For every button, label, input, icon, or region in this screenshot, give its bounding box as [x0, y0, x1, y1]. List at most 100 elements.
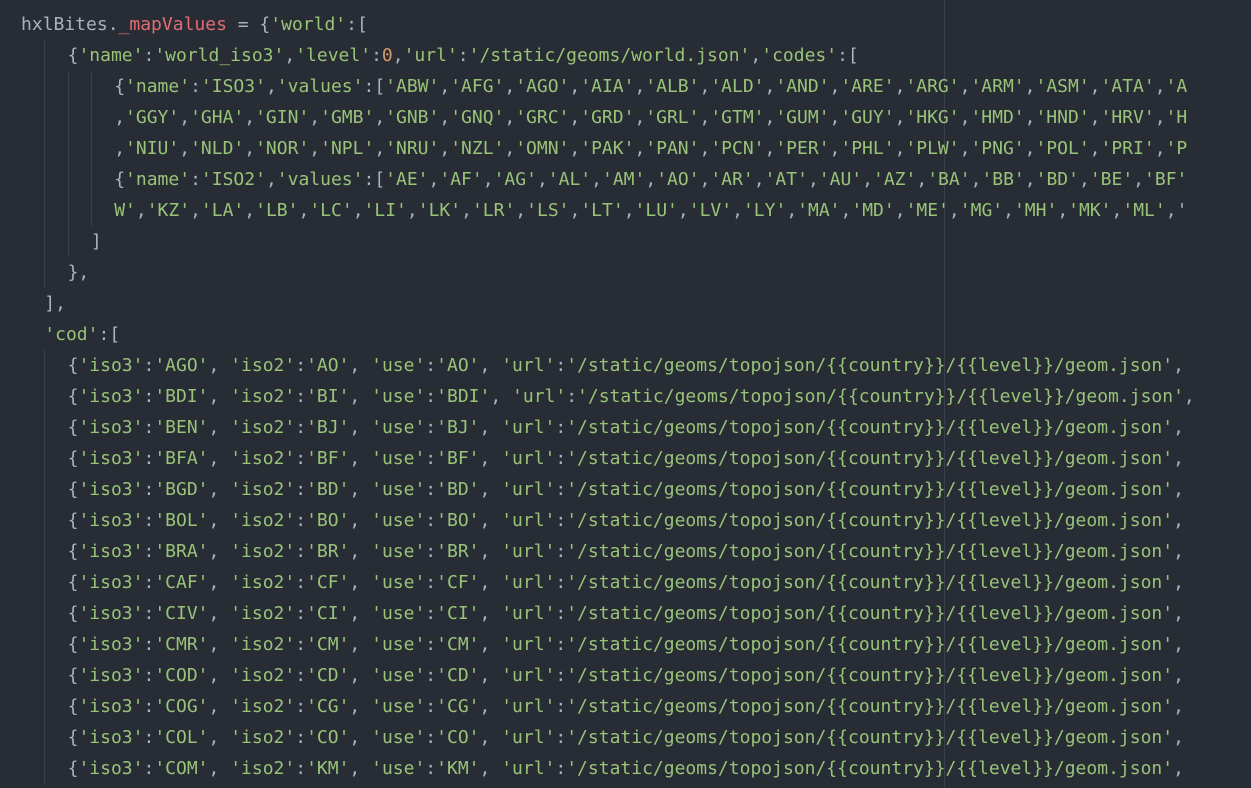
punctuation: ,: [1173, 572, 1184, 593]
code-line[interactable]: {'iso3':'BGD', 'iso2':'BD', 'use':'BD', …: [0, 474, 1251, 505]
punctuation: ,: [634, 138, 646, 159]
punctuation: ,: [569, 76, 581, 97]
code-line[interactable]: {'iso3':'CIV', 'iso2':'CI', 'use':'CI', …: [0, 598, 1251, 629]
indent-guide: [44, 629, 46, 660]
punctuation: ,: [1173, 417, 1184, 438]
string-token: 'PHL': [840, 138, 895, 159]
indent-guide: [90, 133, 92, 164]
code-line[interactable]: {'iso3':'AGO', 'iso2':'AO', 'use':'AO', …: [0, 350, 1251, 381]
code-line[interactable]: {'name':'world_iso3','level':0,'url':'/s…: [0, 40, 1251, 71]
code-line[interactable]: {'iso3':'COM', 'iso2':'KM', 'use':'KM', …: [0, 753, 1251, 784]
punctuation: ,': [1165, 200, 1188, 221]
string-token: 'BD': [1035, 169, 1079, 190]
punctuation: ,: [309, 107, 321, 128]
punctuation: ,: [190, 200, 201, 221]
code-line[interactable]: hxlBites._mapValues = {'world':[: [0, 9, 1251, 40]
string-token: 'CO': [436, 727, 480, 748]
punctuation: :: [555, 727, 567, 748]
punctuation: ,: [569, 200, 581, 221]
punctuation: :: [143, 45, 155, 66]
punctuation: :: [295, 386, 307, 407]
code-line[interactable]: ,'GGY','GHA','GIN','GMB','GNB','GNQ','GR…: [0, 102, 1251, 133]
string-token: 'use': [371, 634, 426, 655]
string-token: 'ISO3': [200, 76, 266, 97]
punctuation: ,: [623, 200, 635, 221]
code-line[interactable]: ,'NIU','NLD','NOR','NPL','NRU','NZL','OM…: [0, 133, 1251, 164]
string-token: 'iso3': [78, 479, 144, 500]
punctuation: ,: [504, 76, 516, 97]
punctuation: ,: [392, 45, 404, 66]
code-line[interactable]: {'iso3':'CMR', 'iso2':'CM', 'use':'CM', …: [0, 629, 1251, 660]
punctuation: ,: [208, 479, 231, 500]
code-line[interactable]: {'iso3':'BEN', 'iso2':'BJ', 'use':'BJ', …: [0, 412, 1251, 443]
indent-guide: [44, 567, 46, 598]
string-token: 'CF': [306, 572, 350, 593]
punctuation: ,: [208, 758, 231, 779]
punctuation: :: [425, 355, 437, 376]
indent-guide: [90, 71, 92, 102]
string-token: W': [114, 200, 136, 221]
code-line[interactable]: {'iso3':'COD', 'iso2':'CD', 'use':'CD', …: [0, 660, 1251, 691]
string-token: 'AGO': [154, 355, 209, 376]
code-line[interactable]: },: [0, 257, 1251, 288]
code-line[interactable]: {'name':'ISO2','values':['AE','AF','AG',…: [0, 164, 1251, 195]
string-token: 'url': [512, 386, 567, 407]
punctuation: ,: [1024, 169, 1036, 190]
string-token: 'BOL': [154, 510, 209, 531]
string-token: 'name': [78, 45, 144, 66]
code-line[interactable]: {'iso3':'BRA', 'iso2':'BR', 'use':'BR', …: [0, 536, 1251, 567]
punctuation: ,: [894, 138, 906, 159]
code-line[interactable]: {'iso3':'COL', 'iso2':'CO', 'use':'CO', …: [0, 722, 1251, 753]
string-token: 'CG': [436, 696, 480, 717]
punctuation: ,: [591, 169, 602, 190]
punctuation: ,: [970, 169, 982, 190]
string-token: 'ARG': [905, 76, 960, 97]
punctuation: {: [67, 417, 79, 438]
string-token: 'BF': [1144, 169, 1188, 190]
string-token: 'ATA': [1100, 76, 1155, 97]
string-token: 'iso2': [230, 510, 296, 531]
punctuation: ,: [1173, 665, 1184, 686]
indent-guide: [44, 691, 46, 722]
punctuation: ,: [504, 138, 516, 159]
code-editor[interactable]: hxlBites._mapValues = {'world':[{'name':…: [0, 0, 1251, 788]
punctuation: ,: [894, 107, 906, 128]
string-token: 'OMN': [515, 138, 570, 159]
string-token: 'LV': [688, 200, 733, 221]
string-token: 'HND': [1035, 107, 1090, 128]
code-line[interactable]: {'iso3':'BOL', 'iso2':'BO', 'use':'BO', …: [0, 505, 1251, 536]
string-token: 'POL': [1035, 138, 1090, 159]
string-token: 'AGO': [515, 76, 570, 97]
code-line[interactable]: 'cod':[: [0, 319, 1251, 350]
punctuation: :: [555, 417, 567, 438]
code-line[interactable]: {'iso3':'COG', 'iso2':'CG', 'use':'CG', …: [0, 691, 1251, 722]
punctuation: ,: [959, 138, 971, 159]
punctuation: ,: [1173, 727, 1184, 748]
code-line[interactable]: ]: [0, 226, 1251, 257]
string-token: 'AU': [818, 169, 863, 190]
string-token: 'COL': [154, 727, 209, 748]
code-line[interactable]: {'iso3':'BFA', 'iso2':'BF', 'use':'BF', …: [0, 443, 1251, 474]
punctuation: ,: [349, 355, 372, 376]
code-line[interactable]: {'iso3':'BDI', 'iso2':'BI', 'use':'BDI',…: [0, 381, 1251, 412]
string-token: 'BO': [306, 510, 350, 531]
punctuation: ,: [482, 169, 494, 190]
string-token: 'use': [371, 386, 426, 407]
code-line[interactable]: {'name':'ISO3','values':['ABW','AFG','AG…: [0, 71, 1251, 102]
string-token: 'iso2': [230, 479, 296, 500]
string-token: 'LI': [363, 200, 407, 221]
code-line[interactable]: W','KZ','LA','LB','LC','LI','LK','LR','L…: [0, 195, 1251, 226]
code-line[interactable]: ],: [0, 288, 1251, 319]
punctuation: ,: [208, 541, 231, 562]
string-token: 'use': [371, 758, 426, 779]
string-token: 'COM': [154, 758, 209, 779]
punctuation: ,: [114, 138, 126, 159]
punctuation: :: [425, 541, 437, 562]
string-token: 'HRV': [1100, 107, 1155, 128]
code-area[interactable]: hxlBites._mapValues = {'world':[{'name':…: [0, 9, 1251, 784]
code-line[interactable]: {'iso3':'CAF', 'iso2':'CF', 'use':'CF', …: [0, 567, 1251, 598]
punctuation: {: [114, 76, 126, 97]
punctuation: ,: [244, 138, 256, 159]
string-token: 'BO': [436, 510, 480, 531]
punctuation: :: [295, 634, 307, 655]
